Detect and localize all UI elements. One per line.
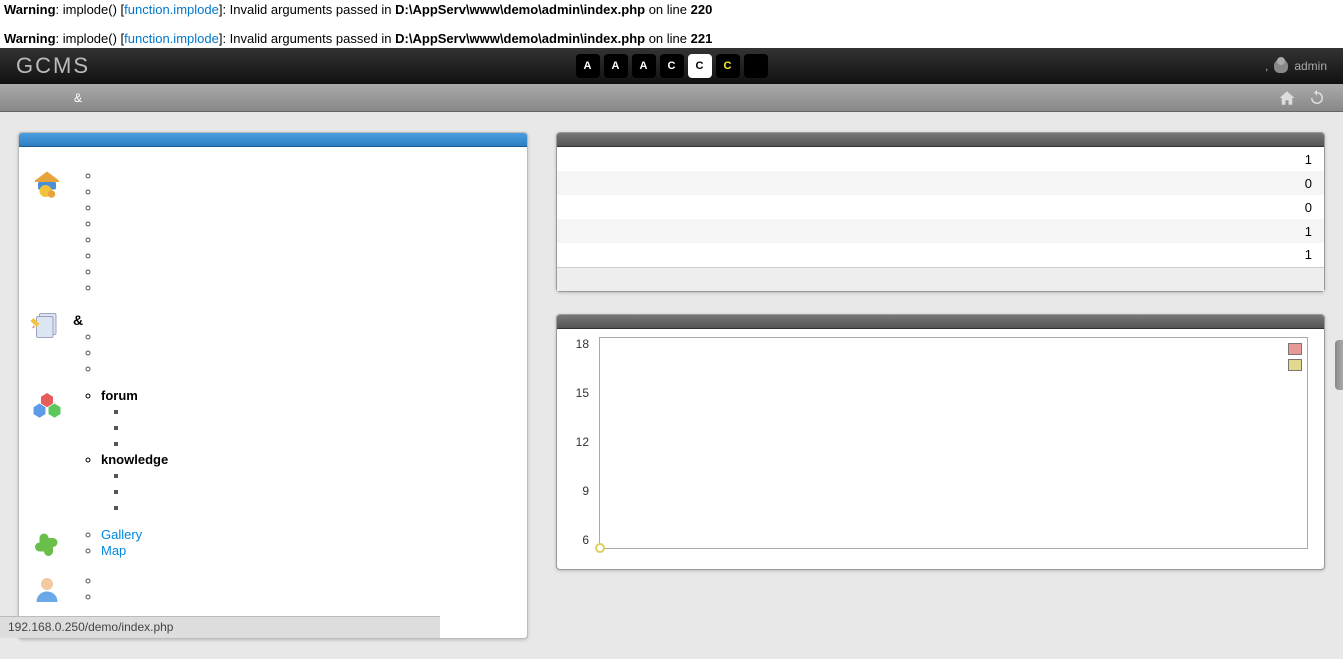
stat-label — [557, 243, 1264, 267]
list-item[interactable] — [129, 484, 168, 499]
y-tick: 15 — [569, 386, 589, 400]
table-row: 1 — [557, 243, 1324, 267]
user-area: , admin — [1265, 59, 1327, 73]
sidebar-item-map[interactable]: Map — [101, 543, 142, 558]
pages-section-icon — [29, 306, 65, 342]
app-logo[interactable]: GCMS — [16, 53, 90, 79]
table-row — [557, 267, 1324, 291]
list-item[interactable] — [129, 436, 168, 451]
table-row: 0 — [557, 171, 1324, 195]
font-size-a3[interactable]: A — [632, 54, 656, 78]
legend-swatch-1 — [1288, 343, 1302, 355]
y-tick: 12 — [569, 435, 589, 449]
user-icon — [1274, 59, 1288, 73]
func-link[interactable]: function.implode — [124, 2, 219, 17]
contrast-c2[interactable]: C — [688, 54, 712, 78]
users-section-icon — [29, 572, 65, 608]
php-warning-1: Warning: implode() [function.implode]: I… — [0, 0, 1343, 19]
y-tick: 9 — [569, 484, 589, 498]
accessibility-toolbar: A A A C C C — [576, 54, 768, 78]
stat-value: 0 — [1264, 195, 1324, 219]
user-label[interactable]: admin — [1294, 59, 1327, 73]
plot-area — [599, 337, 1308, 549]
table-row: 0 — [557, 195, 1324, 219]
widgets-menu: Gallery Map — [101, 526, 142, 559]
chart-panel: 18 15 12 9 6 — [556, 314, 1325, 570]
modules-section-icon — [29, 387, 65, 423]
pages-label: & — [73, 312, 101, 328]
font-size-a2[interactable]: A — [604, 54, 628, 78]
data-point — [595, 543, 605, 553]
y-axis: 18 15 12 9 6 — [569, 337, 589, 557]
func-link[interactable]: function.implode — [124, 31, 219, 46]
stats-panel-header — [557, 133, 1324, 147]
sidebar-item-gallery[interactable]: Gallery — [101, 527, 142, 542]
stat-value: 1 — [1264, 243, 1324, 267]
status-bar: 192.168.0.250/demo/index.php — [0, 616, 440, 638]
legend-swatch-2 — [1288, 359, 1302, 371]
sidebar-panel: & forum — [18, 132, 528, 639]
sidebar-panel-header — [19, 133, 527, 147]
y-tick: 18 — [569, 337, 589, 351]
toolbar-extra[interactable] — [744, 54, 768, 78]
sidebar-item-forum[interactable]: forum — [101, 388, 168, 403]
modules-menu: forum knowledge — [101, 387, 168, 516]
stat-label — [557, 195, 1264, 219]
chart-legend — [1288, 343, 1302, 375]
stat-label — [557, 219, 1264, 243]
list-item[interactable] — [129, 468, 168, 483]
stat-label — [557, 147, 1264, 171]
stats-panel: 1 0 0 1 1 — [556, 132, 1325, 292]
widgets-section-icon — [29, 526, 65, 562]
stat-value: 1 — [1264, 147, 1324, 171]
refresh-icon[interactable] — [1307, 89, 1327, 107]
user-sep: , — [1265, 59, 1268, 73]
breadcrumb-bar: & — [0, 84, 1343, 112]
home-icon[interactable] — [1277, 89, 1297, 107]
list-item[interactable] — [129, 420, 168, 435]
chart-area: 18 15 12 9 6 — [557, 329, 1324, 569]
list-item[interactable] — [129, 500, 168, 515]
warn-label: Warning — [4, 31, 56, 46]
y-tick: 6 — [569, 533, 589, 547]
table-row: 1 — [557, 147, 1324, 171]
sidebar-item-knowledge[interactable]: knowledge — [101, 452, 168, 467]
contrast-c3[interactable]: C — [716, 54, 740, 78]
scrollbar-thumb[interactable] — [1335, 340, 1343, 390]
font-size-a1[interactable]: A — [576, 54, 600, 78]
stat-label — [557, 171, 1264, 195]
stat-value: 1 — [1264, 219, 1324, 243]
warn-label: Warning — [4, 2, 56, 17]
home-section-icon — [29, 167, 65, 203]
breadcrumb: & — [74, 91, 82, 105]
stats-table: 1 0 0 1 1 — [557, 147, 1324, 291]
chart-panel-header — [557, 315, 1324, 329]
table-row: 1 — [557, 219, 1324, 243]
php-warning-2: Warning: implode() [function.implode]: I… — [0, 29, 1343, 48]
list-item[interactable] — [129, 404, 168, 419]
stat-value: 0 — [1264, 171, 1324, 195]
topbar: GCMS A A A C C C , admin — [0, 48, 1343, 84]
contrast-c1[interactable]: C — [660, 54, 684, 78]
